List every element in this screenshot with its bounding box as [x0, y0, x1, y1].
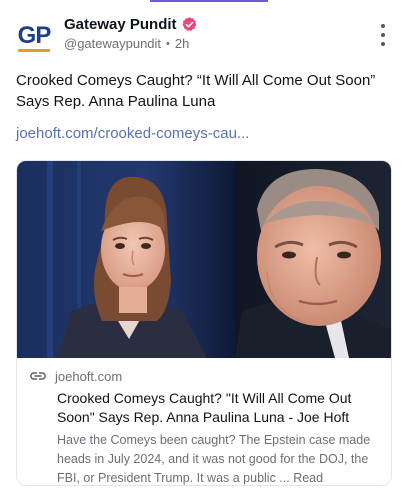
avatar[interactable]: GP: [14, 18, 54, 54]
link-preview-body: joehoft.com Crooked Comeys Caught? "It W…: [29, 368, 381, 485]
more-vertical-icon[interactable]: [376, 24, 390, 46]
link-icon: [30, 372, 46, 380]
avatar-logo-underline: [18, 49, 50, 52]
post-header: GP Gateway Pundit @gatewaypundit • 2h: [14, 14, 394, 58]
post-text: Crooked Comeys Caught? “It Will All Come…: [16, 72, 376, 110]
verified-badge-icon: [182, 17, 196, 31]
avatar-logo-text: GP: [17, 22, 52, 49]
link-preview-card[interactable]: joehoft.com Crooked Comeys Caught? "It W…: [16, 160, 392, 486]
link-preview-domain: joehoft.com: [55, 368, 123, 384]
author-handle[interactable]: @gatewaypundit: [64, 36, 161, 51]
post: GP Gateway Pundit @gatewaypundit • 2h Cr…: [0, 0, 408, 500]
post-timestamp[interactable]: 2h: [175, 36, 189, 51]
link-preview-description: Have the Comeys been caught? The Epstein…: [57, 433, 371, 485]
author-identity: Gateway Pundit @gatewaypundit • 2h: [64, 16, 198, 51]
separator-dot: •: [166, 37, 170, 50]
post-link[interactable]: joehoft.com/crooked-comeys-cau...: [16, 125, 249, 142]
photo-thumbnail: [17, 161, 391, 358]
link-preview-title[interactable]: Crooked Comeys Caught? "It Will All Come…: [57, 389, 381, 427]
author-name[interactable]: Gateway Pundit: [64, 16, 177, 33]
